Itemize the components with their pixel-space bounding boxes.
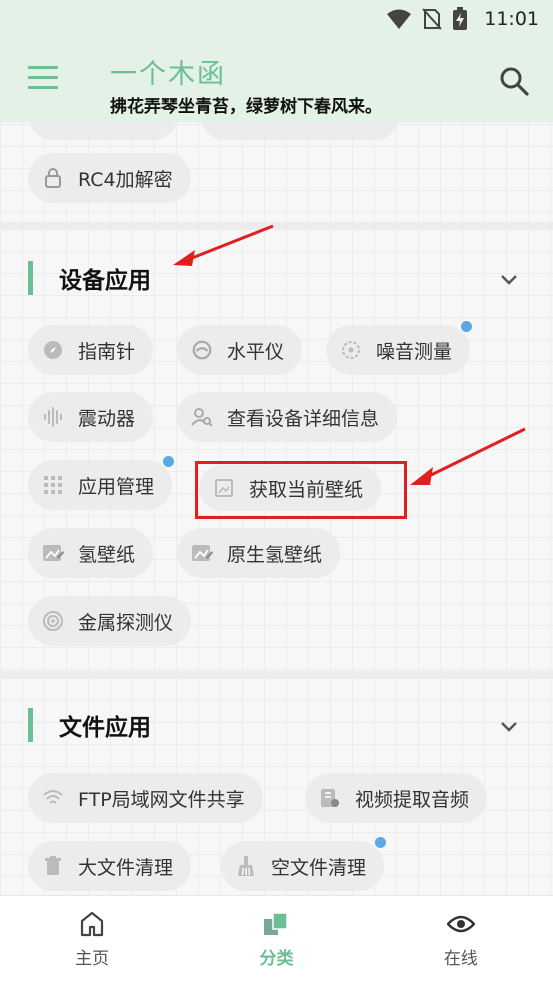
nav-home[interactable]: 主页 — [0, 896, 184, 983]
nav-label: 在线 — [443, 949, 478, 969]
chevron-down-icon[interactable] — [499, 269, 519, 289]
chip-partial-1[interactable] — [28, 122, 178, 140]
home-icon — [78, 910, 106, 938]
chip-label: 震动器 — [78, 407, 136, 430]
chip-large-file-clean[interactable]: 大文件清理 — [28, 841, 192, 891]
annotation-highlight-box — [195, 461, 407, 519]
nav-label: 分类 — [259, 949, 294, 969]
apps-grid-icon — [42, 474, 64, 496]
chip-device-info[interactable]: 查看设备详细信息 — [177, 392, 398, 442]
chip-vibrate[interactable]: 震动器 — [28, 392, 154, 442]
section-title-file: 文件应用 — [28, 708, 151, 742]
chip-hydrogen-wallpaper[interactable]: 氢壁纸 — [28, 528, 154, 578]
video-audio-icon — [319, 787, 341, 809]
level-icon — [191, 339, 213, 361]
chip-app-manager[interactable]: 应用管理 — [28, 456, 175, 510]
device-info-icon — [191, 406, 213, 428]
noise-icon — [340, 339, 362, 361]
annotation-arrow-icon — [173, 224, 274, 266]
bottom-navigation: 主页 分类 在线 — [0, 895, 553, 983]
compass-icon — [42, 339, 64, 361]
file-section: 文件应用 FTP局域网文件共享 视频提取音频 大文件清理 空文件清理 — [0, 678, 553, 895]
chip-label: 大文件清理 — [78, 856, 174, 879]
section-title-device: 设备应用 — [28, 261, 151, 295]
annotation-arrow-icon — [410, 427, 526, 485]
chip-label: 空文件清理 — [271, 856, 367, 879]
metal-detector-icon — [42, 610, 64, 632]
chip-label: 查看设备详细信息 — [227, 407, 380, 430]
chip-partial-2[interactable] — [200, 122, 400, 140]
chip-label: 视频提取音频 — [355, 788, 470, 811]
chip-label: 噪音测量 — [376, 340, 453, 363]
nav-online[interactable]: 在线 — [369, 896, 553, 983]
nav-category[interactable]: 分类 — [184, 896, 368, 983]
new-badge — [461, 321, 473, 332]
chip-label: 原生氢壁纸 — [227, 543, 323, 566]
status-time: 11:01 — [484, 8, 539, 30]
chip-rc4[interactable]: RC4加解密 — [28, 153, 191, 203]
chip-label: 指南针 — [78, 340, 136, 363]
chip-label: RC4加解密 — [78, 168, 173, 191]
chip-native-wallpaper[interactable]: 原生氢壁纸 — [177, 528, 341, 578]
chevron-down-icon[interactable] — [499, 716, 519, 736]
chip-label: FTP局域网文件共享 — [78, 788, 245, 811]
no-sim-icon — [422, 8, 442, 30]
nav-label: 主页 — [75, 949, 110, 969]
section-title-text: 文件应用 — [59, 715, 151, 741]
vibrate-icon — [42, 406, 64, 428]
new-badge — [375, 837, 387, 848]
chip-label: 水平仪 — [227, 340, 285, 363]
app-title: 一个木函 — [110, 59, 226, 90]
status-bar: 11:01 — [0, 0, 553, 38]
chip-empty-file-clean[interactable]: 空文件清理 — [221, 837, 387, 891]
search-icon[interactable] — [499, 66, 529, 96]
chip-compass[interactable]: 指南针 — [28, 325, 154, 375]
new-badge — [163, 456, 175, 467]
chip-metal-detector[interactable]: 金属探测仪 — [28, 596, 192, 646]
chip-label: 应用管理 — [78, 475, 155, 498]
broom-icon — [235, 855, 257, 877]
app-subtitle: 拂花弄琴坐青苔，绿萝树下春风来。 — [110, 97, 382, 117]
chip-video-audio[interactable]: 视频提取音频 — [305, 773, 488, 823]
eye-icon — [446, 910, 475, 938]
lock-icon — [42, 167, 64, 189]
app-header: 一个木函 拂花弄琴坐青苔，绿萝树下春风来。 — [0, 38, 553, 122]
chip-label: 氢壁纸 — [78, 543, 136, 566]
wifi-icon — [42, 787, 64, 809]
chip-label: 金属探测仪 — [78, 611, 174, 634]
chip-level[interactable]: 水平仪 — [177, 325, 303, 375]
native-wallpaper-icon — [191, 542, 213, 564]
category-icon — [262, 910, 290, 938]
section-title-text: 设备应用 — [59, 268, 151, 294]
trash-icon — [42, 855, 64, 877]
hydrogen-wallpaper-icon — [42, 542, 64, 564]
chip-ftp-share[interactable]: FTP局域网文件共享 — [28, 773, 263, 823]
wifi-signal-icon — [386, 8, 412, 30]
menu-icon[interactable] — [28, 66, 58, 90]
battery-charging-icon — [452, 7, 468, 31]
chip-noise[interactable]: 噪音测量 — [326, 321, 473, 375]
